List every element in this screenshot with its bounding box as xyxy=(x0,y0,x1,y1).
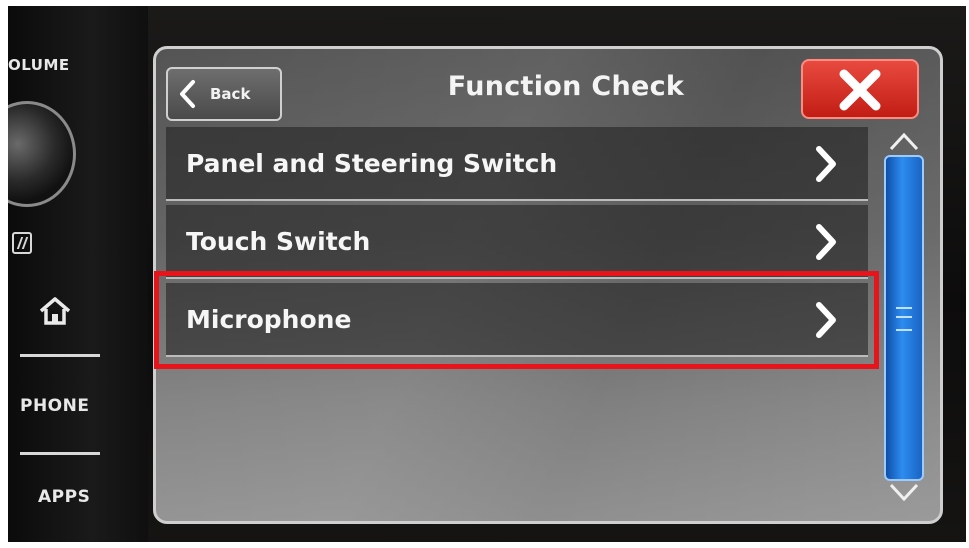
list-item-label: Touch Switch xyxy=(186,227,371,256)
volume-label: OLUME xyxy=(8,56,70,74)
list-item-panel-and-steering-switch[interactable]: Panel and Steering Switch xyxy=(166,127,868,201)
scrollbar-grip[interactable] xyxy=(896,307,912,331)
chevron-right-icon xyxy=(816,146,836,182)
scrollbar[interactable] xyxy=(884,155,924,481)
scroll-down-button[interactable] xyxy=(886,481,922,505)
close-button[interactable] xyxy=(801,59,919,119)
volume-knob[interactable] xyxy=(8,101,76,207)
phone-button[interactable]: PHONE xyxy=(20,396,89,416)
screen-header: Back Function Check xyxy=(156,49,940,121)
page-title: Function Check xyxy=(447,71,685,102)
bezel-divider xyxy=(20,452,100,455)
scroll-up-button[interactable] xyxy=(886,129,922,153)
apps-button[interactable]: APPS xyxy=(38,487,90,507)
close-icon xyxy=(839,69,881,111)
list-item-touch-switch[interactable]: Touch Switch xyxy=(166,205,868,279)
microphone-highlight-box xyxy=(154,271,879,369)
bezel-divider xyxy=(20,354,100,357)
chevron-left-icon xyxy=(180,80,195,108)
list-item-label: Panel and Steering Switch xyxy=(186,149,558,178)
back-button[interactable]: Back xyxy=(166,67,282,121)
home-icon xyxy=(39,297,71,325)
nfc-icon xyxy=(12,232,32,254)
back-button-label: Back xyxy=(210,85,251,103)
left-bezel: OLUME PHONE APPS xyxy=(8,6,148,542)
chevron-right-icon xyxy=(816,224,836,260)
home-button[interactable] xyxy=(38,296,72,326)
